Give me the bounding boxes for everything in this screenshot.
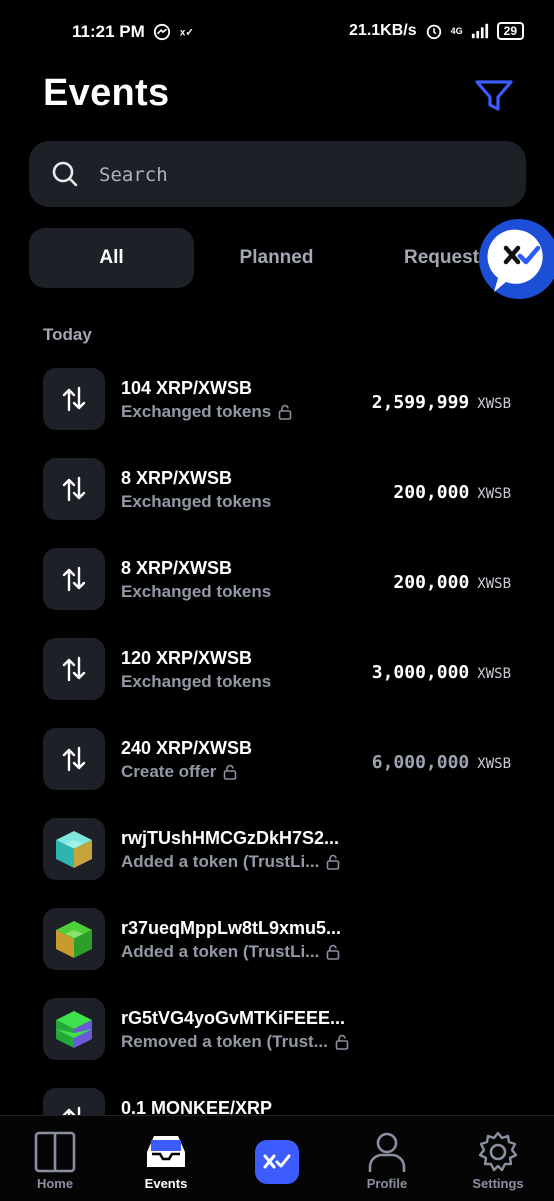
- amount-currency: XWSB: [477, 486, 511, 502]
- amount-currency: XWSB: [477, 396, 511, 412]
- event-title: rwjTUshHMCGzDkH7S2...: [121, 828, 340, 848]
- status-time: 11:21 PM: [72, 22, 145, 41]
- exchange-icon: [43, 548, 105, 610]
- event-row[interactable]: rG5tVG4yoGvMTKiFEEE... Removed a token (…: [0, 990, 554, 1080]
- amount-value: 2,599,999: [371, 392, 470, 413]
- amount-value: 3,000,000: [371, 662, 470, 683]
- event-amount: 200,000 XWSB: [393, 482, 511, 503]
- event-subtitle: Added a token (TrustLi...: [121, 852, 340, 872]
- floating-support-bubble[interactable]: [476, 216, 554, 302]
- inbox-icon: [147, 1136, 185, 1167]
- amount-value: 6,000,000: [371, 752, 470, 773]
- amount-currency: XWSB: [477, 576, 511, 592]
- event-subtitle: Exchanged tokens: [121, 402, 292, 422]
- profile-icon: [368, 1132, 406, 1172]
- messenger-icon: [153, 23, 170, 41]
- search-input[interactable]: [97, 141, 501, 209]
- amount-value: 200,000: [393, 482, 470, 503]
- amount-currency: XWSB: [477, 756, 511, 772]
- nav-profile[interactable]: Profile: [332, 1130, 442, 1191]
- exchange-icon: [43, 728, 105, 790]
- event-subtitle-text: Added a token (TrustLi...: [121, 942, 320, 961]
- xumm-scan-icon: [263, 1154, 291, 1169]
- battery-indicator: 29: [496, 22, 524, 40]
- event-title: 120 XRP/XWSB: [121, 648, 253, 668]
- token-cube-icon: [43, 998, 105, 1060]
- status-bar: 11:21 PM x✓ 21.1KB/s 4G 29: [0, 0, 554, 64]
- event-subtitle-text: Exchanged tokens: [121, 402, 272, 421]
- events-list: 104 XRP/XWSB Exchanged tokens 2,599,999 X…: [0, 360, 554, 1115]
- tab-planned[interactable]: Planned: [194, 228, 359, 288]
- svg-text:x✓: x✓: [180, 28, 194, 39]
- alarm-icon: [426, 24, 441, 40]
- nav-events[interactable]: Events: [111, 1130, 221, 1191]
- amount-value: 200,000: [393, 572, 470, 593]
- network-type: 4G: [450, 26, 463, 36]
- section-label-today: Today: [43, 325, 92, 344]
- tab-all[interactable]: All: [29, 228, 194, 288]
- xumm-notification-icon: x✓: [180, 28, 194, 39]
- amount-currency: XWSB: [477, 666, 511, 682]
- token-cube-icon: [43, 908, 105, 970]
- exchange-icon: [43, 1088, 105, 1115]
- event-title: 240 XRP/XWSB: [121, 738, 253, 758]
- event-subtitle: Added a token (TrustLi...: [121, 942, 340, 962]
- event-title: r37ueqMppLw8tL9xmu5...: [121, 918, 342, 938]
- event-title: rG5tVG4yoGvMTKiFEEE...: [121, 1008, 346, 1028]
- event-row[interactable]: 0.1 MONKEE/XRP: [0, 1080, 554, 1115]
- nav-home[interactable]: Home: [0, 1130, 110, 1191]
- exchange-icon: [43, 368, 105, 430]
- event-title: 0.1 MONKEE/XRP: [121, 1098, 273, 1115]
- exchange-icon: [43, 458, 105, 520]
- search-icon: [52, 161, 78, 187]
- event-subtitle: Exchanged tokens: [121, 672, 272, 691]
- network-speed: 21.1KB/s: [349, 22, 417, 39]
- event-subtitle: Create offer: [121, 762, 237, 782]
- event-subtitle-text: Create offer: [121, 762, 217, 781]
- settings-gear-icon: [478, 1131, 518, 1172]
- event-subtitle: Removed a token (Trust...: [121, 1032, 349, 1052]
- event-row[interactable]: rwjTUshHMCGzDkH7S2... Added a token (Tru…: [0, 810, 554, 900]
- nav-profile-label: Profile: [366, 1176, 408, 1191]
- event-subtitle-text: Removed a token (Trust...: [121, 1032, 328, 1051]
- nav-events-label: Events: [144, 1176, 188, 1191]
- event-amount: 6,000,000 XWSB: [372, 752, 511, 773]
- event-subtitle-text: Added a token (TrustLi...: [121, 852, 320, 871]
- event-row[interactable]: 8 XRP/XWSB Exchanged tokens 200,000 XWSB: [0, 450, 554, 540]
- event-title: 8 XRP/XWSB: [121, 468, 233, 488]
- lock-icon: [335, 1034, 349, 1050]
- lock-icon: [278, 404, 292, 420]
- event-amount: 200,000 XWSB: [393, 572, 511, 593]
- event-row[interactable]: 104 XRP/XWSB Exchanged tokens 2,599,999 X…: [0, 360, 554, 450]
- filter-icon[interactable]: [474, 78, 514, 114]
- event-row[interactable]: 8 XRP/XWSB Exchanged tokens 200,000 XWSB: [0, 540, 554, 630]
- event-title: 104 XRP/XWSB: [121, 378, 253, 398]
- event-row[interactable]: r37ueqMppLw8tL9xmu5... Added a token (Tr…: [0, 900, 554, 990]
- lock-icon: [224, 764, 237, 780]
- event-subtitle: Exchanged tokens: [121, 582, 272, 601]
- event-subtitle: Exchanged tokens: [121, 492, 272, 511]
- event-amount: 3,000,000 XWSB: [372, 662, 511, 683]
- event-row[interactable]: 120 XRP/XWSB Exchanged tokens 3,000,000 X…: [0, 630, 554, 720]
- lock-icon: [327, 854, 340, 870]
- nav-settings[interactable]: Settings: [443, 1130, 553, 1191]
- event-row[interactable]: 240 XRP/XWSB Create offer 6,000,000 XWSB: [0, 720, 554, 810]
- event-title: 8 XRP/XWSB: [121, 558, 233, 578]
- search-bar[interactable]: [29, 141, 526, 209]
- exchange-icon: [43, 638, 105, 700]
- lock-icon: [327, 944, 340, 960]
- nav-home-label: Home: [36, 1176, 74, 1191]
- page-title: Events: [43, 72, 170, 114]
- token-cube-icon: [43, 818, 105, 880]
- home-icon: [34, 1131, 76, 1173]
- signal-icon: [471, 23, 488, 39]
- nav-settings-label: Settings: [472, 1176, 524, 1191]
- xumm-scan-button[interactable]: [255, 1140, 299, 1184]
- event-amount: 2,599,999 XWSB: [372, 392, 511, 413]
